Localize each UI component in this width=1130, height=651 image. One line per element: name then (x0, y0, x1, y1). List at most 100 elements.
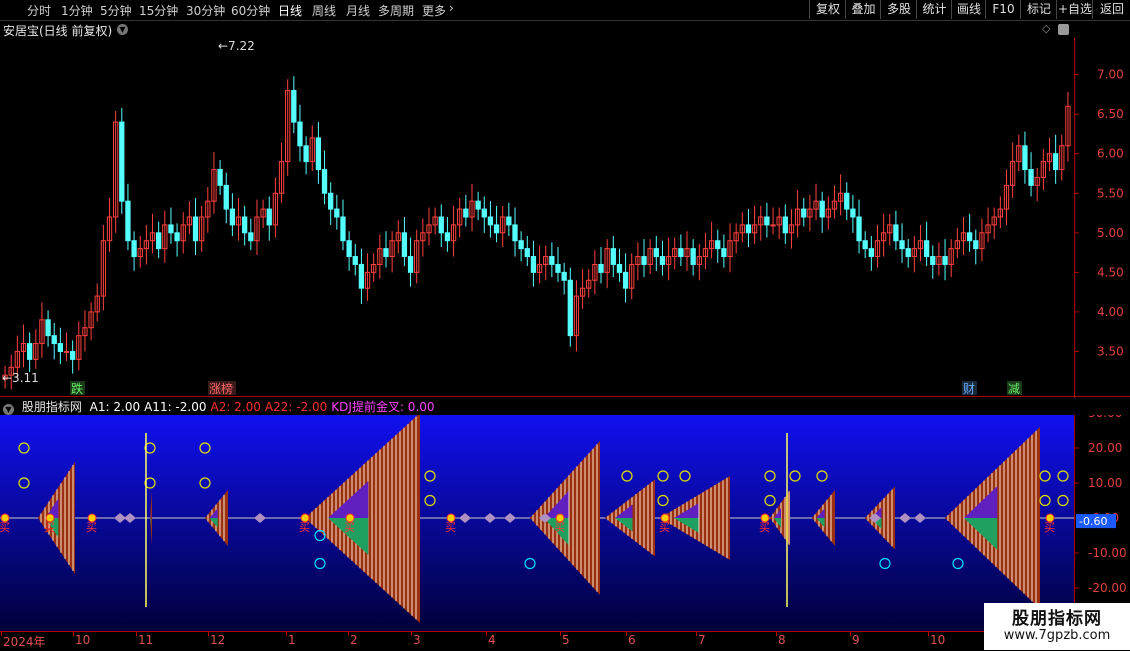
candle (414, 229, 420, 284)
svg-text:买: 买 (445, 521, 456, 534)
candle (1016, 134, 1022, 172)
candle (745, 209, 752, 248)
candle (260, 199, 266, 229)
price-tick-label: 4.00 (1097, 305, 1124, 319)
candle (100, 224, 107, 311)
date-tick (850, 632, 851, 636)
toolbar-button-3[interactable]: 统计 (916, 0, 952, 19)
candle (653, 235, 659, 271)
candle (88, 302, 94, 341)
candle (63, 332, 70, 361)
indicator-title: ▼ 股朋指标网 A1: 2.00 A11: -2.00 A2: 2.00 A22: -… (3, 398, 443, 415)
buy-signal: 买 (0, 513, 10, 534)
toolbar-button-7[interactable]: +自选 (1056, 0, 1093, 19)
indicator-chart[interactable]: 30.0020.0010.00-0.00-10.00-20.00-0.60买买买… (0, 415, 1130, 631)
event-tag[interactable]: 减 (1007, 381, 1022, 396)
diamond-icon[interactable]: ◇ (1042, 22, 1050, 35)
toolbar-button-5[interactable]: F10 (985, 0, 1021, 19)
candle (358, 248, 365, 304)
chevron-down-icon[interactable]: ▼ (3, 404, 14, 415)
svg-text:买: 买 (659, 521, 670, 534)
candle (807, 194, 813, 232)
toolbar-button-1[interactable]: 叠加 (845, 0, 881, 19)
tab-3[interactable]: 15分钟 (139, 2, 178, 19)
low-marker: ←3.11 (2, 371, 39, 385)
candle (291, 76, 297, 134)
toolbar-button-6[interactable]: 标记 (1020, 0, 1057, 19)
tab-10[interactable]: 更多 (422, 2, 446, 19)
toolbar-button-8[interactable]: 返回 (1092, 0, 1130, 19)
candle (223, 172, 229, 224)
indicator-field: A1: 2.00 (89, 400, 141, 414)
buy-signal: 买 (445, 513, 456, 534)
panel-divider (0, 396, 1130, 397)
candle (659, 240, 666, 276)
candle (248, 218, 254, 251)
candle (635, 242, 641, 281)
candle (131, 231, 137, 271)
price-axis-line (1074, 38, 1075, 398)
date-label: 5 (562, 633, 570, 647)
date-label: 2024年 (3, 635, 46, 649)
top-toolbar: 分时 1分钟 5分钟 15分钟 30分钟 60分钟 日线 周线 月线 多周期 更多 › 复权 叠加 多股… (0, 0, 1130, 21)
tab-2[interactable]: 5分钟 (100, 2, 132, 19)
candle (285, 79, 291, 176)
date-label: 11 (138, 633, 154, 647)
candle (39, 302, 45, 358)
candle (26, 332, 33, 373)
candle (911, 235, 917, 273)
candle (622, 253, 629, 303)
event-tag[interactable]: 财 (962, 381, 977, 396)
candlestick-chart[interactable]: 7.00 6.50 6.00 5.50 5.00 4.50 4.00 3.50 ←7.22 ←3.… (0, 38, 1130, 398)
candle (1065, 92, 1071, 162)
date-label: 9 (852, 633, 860, 647)
svg-text:买: 买 (344, 521, 355, 534)
candle (536, 245, 543, 284)
watermark-url: www.7gpzb.com (1003, 628, 1111, 643)
candle (457, 198, 463, 238)
toolbar-button-2[interactable]: 多股 (880, 0, 917, 19)
tab-0[interactable]: 分时 (27, 2, 51, 19)
candle (567, 267, 573, 347)
chevron-down-icon[interactable]: ▼ (117, 24, 128, 35)
candle (948, 239, 954, 278)
tab-8[interactable]: 月线 (346, 2, 370, 19)
tab-7[interactable]: 周线 (312, 2, 336, 19)
expand-icon[interactable] (1058, 24, 1069, 35)
tab-5[interactable]: 60分钟 (231, 2, 270, 19)
svg-text:跌: 跌 (71, 381, 83, 396)
candle (401, 217, 408, 267)
candle (708, 221, 715, 259)
toolbar-button-0[interactable]: 复权 (809, 0, 846, 19)
high-marker: ←7.22 (218, 39, 255, 53)
candle (751, 205, 758, 244)
candle (874, 224, 881, 268)
indicator-tick-label: -10.00 (1088, 546, 1127, 560)
candle (899, 223, 905, 263)
toolbar-button-4[interactable]: 画线 (951, 0, 986, 19)
candle (1034, 167, 1040, 202)
tab-1[interactable]: 1分钟 (61, 2, 93, 19)
date-label: 3 (413, 633, 421, 647)
event-tag[interactable]: 涨榜 (208, 381, 236, 396)
date-label: 8 (778, 633, 786, 647)
tab-4[interactable]: 30分钟 (186, 2, 225, 19)
date-tick (626, 632, 627, 636)
tab-6[interactable]: 日线 (278, 2, 302, 19)
chart-title-bar: 安居宝(日线 前复权) ▼ ◇ (0, 20, 1075, 38)
tab-9[interactable]: 多周期 (378, 2, 414, 19)
candle (960, 217, 967, 255)
date-axis: 2024年 10 11 12 1 2 3 4 5 6 7 8 9 10 (0, 631, 1075, 651)
date-tick (348, 632, 349, 636)
candle (506, 202, 512, 236)
event-tag[interactable]: 跌 (70, 381, 85, 396)
date-label: 1 (288, 633, 296, 647)
candle (242, 205, 248, 246)
date-tick (411, 632, 412, 636)
svg-text:-0.60: -0.60 (1079, 515, 1107, 528)
date-tick (486, 632, 487, 636)
candle (235, 198, 242, 241)
more-arrow-icon[interactable]: › (449, 1, 454, 15)
date-tick (73, 632, 74, 636)
candle (463, 194, 469, 227)
